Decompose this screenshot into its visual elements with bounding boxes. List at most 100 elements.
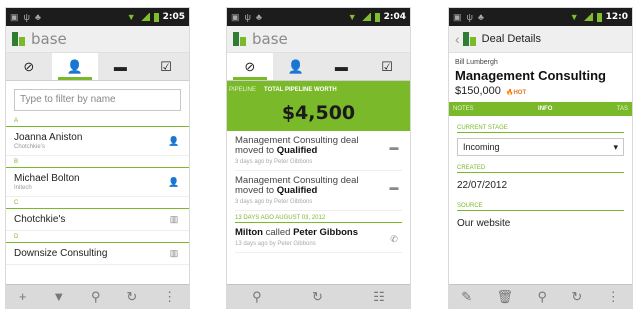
android-icon: ♣ [477,11,484,22]
dashboard-icon: ⊘ [244,58,256,74]
overflow-menu-icon[interactable]: ⋮ [607,289,620,305]
page-title: Deal Details [481,33,541,45]
refresh-icon[interactable]: ↻ [126,289,137,305]
search-icon[interactable]: ⚲ [537,289,547,305]
date-header: 13 DAYS AGO AUGUST 03, 2012 [235,213,402,223]
briefcase-icon: ▬ [113,59,127,74]
battery-icon [596,12,602,22]
deal-name: Management Consulting [455,68,606,83]
deal-details-screen: ▣ ψ ♣ ▼ 12:0 ‹ Deal Details Bill Lumbergh M… [448,7,633,309]
caller-name: Milton [235,227,263,238]
detail-tabs: NOTES INFO TAS [449,102,632,116]
contact-row[interactable]: Downsize Consulting ▥ [6,243,189,265]
contact-row[interactable]: Joanna Aniston Chotchkie's 👤 [6,127,189,156]
contact-row[interactable]: Michael Bolton Initech 👤 [6,168,189,197]
back-icon[interactable]: ‹ [455,31,460,47]
feed-item[interactable]: Management Consulting deal moved to Qual… [235,131,402,171]
feed-item[interactable]: Management Consulting deal moved to Qual… [235,171,402,211]
app-header: base [227,26,410,53]
section-header: C [6,199,189,209]
deal-amount: $150,000 [455,85,501,97]
add-icon[interactable]: + [19,289,27,304]
pipeline-total: $4,500 [227,99,410,131]
dropdown-arrow-icon: ▾ [613,141,618,152]
settings-sliders-icon[interactable]: ☷ [373,289,385,305]
usb-icon: ψ [466,11,473,22]
contact-company: Initech [14,185,32,191]
delete-icon[interactable]: 🗑 [497,289,514,305]
tab-deals[interactable]: ▬ [98,53,144,80]
notification-icon: ▣ [453,11,462,22]
signal-icon [360,13,371,21]
contact-row[interactable]: Chotchkie's ▥ [6,209,189,231]
filter-input[interactable]: Type to filter by name [14,89,181,111]
wifi-icon: ▼ [347,12,357,22]
pipeline-pager[interactable]: PIPELINE TOTAL PIPELINE WORTH [227,81,410,99]
bottom-actionbar: ✎ 🗑 ⚲ ↻ ⋮ [449,284,632,308]
overflow-menu-icon[interactable]: ⋮ [163,289,176,305]
source-value: Our website [457,218,511,229]
status-bar: ▣ ψ ♣ ▼ 2:04 [227,8,410,26]
edit-icon[interactable]: ✎ [461,289,472,305]
feed-item[interactable]: Milton called Peter Gibbons 13 days ago b… [235,223,402,253]
wifi-icon: ▼ [126,12,136,22]
activity-feed: Management Consulting deal moved to Qual… [227,131,410,253]
search-icon[interactable]: ⚲ [91,289,101,305]
app-header: base [6,26,189,53]
contacts-screen: ▣ ψ ♣ ▼ 2:05 base ⊘ 👤 ▬ ☑ Type to filter by… [5,7,190,309]
usb-icon: ψ [244,11,251,22]
stage-value: Incoming [463,142,500,152]
filter-icon[interactable]: ▼ [52,289,65,304]
stage-select[interactable]: Incoming ▾ [457,138,624,156]
app-header: ‹ Deal Details [449,26,632,53]
contact-company: Chotchkie's [14,144,45,150]
wifi-icon: ▼ [569,12,579,22]
callee-name: Peter Gibbons [293,227,359,238]
feed-meta: 3 days ago by Peter Gibbons [235,159,313,165]
tab-tasks[interactable]: ☑ [364,53,410,80]
contact-name: Michael Bolton [14,173,80,184]
status-time: 2:05 [162,12,185,22]
tab-tasks[interactable]: TAS [617,106,628,112]
checkbox-icon: ☑ [381,58,393,74]
refresh-icon[interactable]: ↻ [312,289,323,305]
tab-tasks[interactable]: ☑ [143,53,189,80]
dashboard-screen: ▣ ψ ♣ ▼ 2:04 base ⊘ 👤 ▬ ☑ PIPELINE TOTAL PI… [226,7,411,309]
search-icon[interactable]: ⚲ [252,289,262,305]
refresh-icon[interactable]: ↻ [571,289,582,305]
status-bar: ▣ ψ ♣ ▼ 12:0 [449,8,632,26]
bottom-actionbar: ⚲ ↻ ☷ [227,284,410,308]
main-tabs: ⊘ 👤 ▬ ☑ [6,53,189,81]
contact-name: Downsize Consulting [14,248,108,259]
base-logo-icon [462,32,477,46]
usb-icon: ψ [23,11,30,22]
field-label: CREATED [457,156,624,173]
person-icon: 👤 [168,135,180,146]
tab-contacts[interactable]: 👤 [273,53,319,80]
section-header: A [6,117,189,127]
deal-header: Bill Lumbergh Management Consulting $150… [449,53,632,99]
status-time: 12:0 [605,12,628,22]
field-label: CURRENT STAGE [457,116,624,133]
created-value: 22/07/2012 [457,180,508,191]
tab-contacts[interactable]: 👤 [51,53,98,80]
feed-stage: Qualified [276,185,318,196]
created-field: CREATED 22/07/2012 [449,156,632,194]
hot-badge: 🔥HOT [506,90,526,96]
hot-label: HOT [513,90,527,96]
pager-current-label: TOTAL PIPELINE WORTH [264,87,337,93]
pager-prev-label: PIPELINE [229,87,257,93]
tab-dashboard[interactable]: ⊘ [6,53,52,80]
briefcase-icon: ▬ [389,142,399,152]
tab-dashboard[interactable]: ⊘ [227,53,273,80]
base-logo-icon [233,32,247,46]
contact-name[interactable]: Bill Lumbergh [455,59,626,66]
tab-notes[interactable]: NOTES [453,106,474,112]
section-header: B [6,158,189,168]
section-header: D [6,233,189,243]
android-icon: ♣ [34,11,41,22]
company-icon: ▥ [169,214,179,224]
base-logo-icon [12,32,26,46]
tab-info[interactable]: INFO [538,106,552,112]
tab-deals[interactable]: ▬ [319,53,365,80]
